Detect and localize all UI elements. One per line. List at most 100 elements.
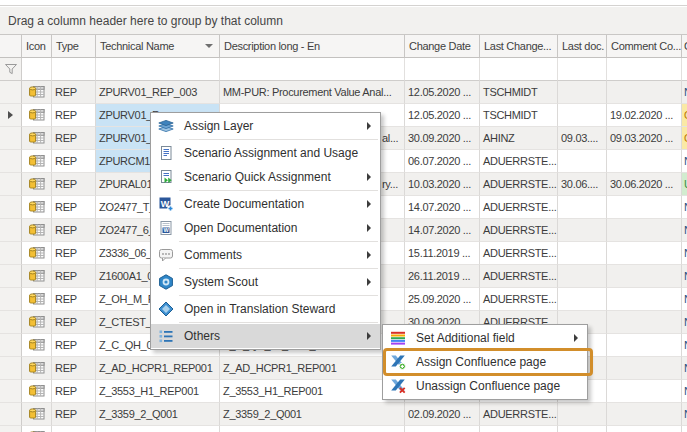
- comment-date-cell: 30.06.2020 ...: [607, 173, 682, 196]
- row-indicator-cell: [0, 403, 22, 426]
- table-object-icon: [29, 177, 45, 191]
- last-changed-by-cell: ADUERRSTE...: [480, 265, 558, 288]
- word-open-icon: W: [158, 220, 174, 236]
- column-header-label: Description long - En: [224, 40, 320, 52]
- column-header-type[interactable]: Type: [52, 35, 96, 58]
- last-doc-cell: 09.03....: [558, 127, 607, 150]
- submenu-arrow-icon: [367, 224, 371, 232]
- menu-item-unassign-confluence-page[interactable]: Unassign Confluence page: [383, 374, 587, 398]
- table-row[interactable]: REPZPURV01_REP_003MM-PUR: Procurement Va…: [0, 81, 687, 104]
- svg-text:W: W: [163, 227, 169, 233]
- table-object-icon: [29, 85, 45, 99]
- filter-cell-technical-name[interactable]: [96, 58, 220, 81]
- menu-item-label: Others: [184, 329, 220, 343]
- column-header-last-doc[interactable]: Last doc.: [558, 35, 607, 58]
- status-cell: N: [682, 219, 687, 242]
- row-indicator-cell: [0, 311, 22, 334]
- technical-name-cell[interactable]: Z_3553_H1_REP001: [96, 380, 220, 403]
- column-header-label: Comment Co...: [611, 40, 681, 52]
- type-cell: [52, 426, 96, 432]
- comment-date-cell: [607, 357, 682, 380]
- description-cell: Z_3359_2_Q001: [220, 403, 405, 426]
- column-header-technical-name[interactable]: Technical Name: [96, 35, 220, 58]
- last-changed-by-cell: ADUERRSTE...: [480, 196, 558, 219]
- row-indicator-cell: [0, 127, 22, 150]
- filter-cell-icon[interactable]: [22, 58, 52, 81]
- menu-separator: [179, 190, 378, 191]
- menu-item-scenario-quick-assignment[interactable]: Scenario Quick Assignment: [151, 165, 380, 189]
- comment-date-cell: [607, 334, 682, 357]
- column-header-last-change[interactable]: Last Change...: [480, 35, 558, 58]
- technical-name-cell[interactable]: [96, 426, 220, 432]
- filter-cell-description[interactable]: [220, 58, 405, 81]
- technical-name-cell[interactable]: Z_AD_HCPR1_REP001: [96, 357, 220, 380]
- column-header-label: Type: [56, 40, 79, 52]
- menu-item-set-additional-field[interactable]: Set Additional field: [383, 326, 587, 350]
- filter-cell-change-date[interactable]: [405, 58, 480, 81]
- description-cell: Z_AD_HCPR1_REP001: [220, 357, 405, 380]
- menu-item-label: Unassign Confluence page: [416, 379, 560, 393]
- additional-field-icon: [390, 330, 406, 346]
- menu-item-assign-layer[interactable]: Assign Layer: [151, 114, 380, 138]
- scenario-doc-icon: [158, 145, 174, 161]
- table-object-icon: [29, 384, 45, 398]
- filter-cell-type[interactable]: [52, 58, 96, 81]
- submenu-arrow-icon: [367, 278, 371, 286]
- row-indicator-cell: [0, 104, 22, 127]
- column-header-description[interactable]: Description long - En: [220, 35, 405, 58]
- type-cell: REP: [52, 127, 96, 150]
- menu-separator: [179, 139, 378, 140]
- last-changed-by-cell: TSCHMIDT: [480, 104, 558, 127]
- filter-cell-last-change[interactable]: [480, 58, 558, 81]
- menu-item-label: Set Additional field: [416, 331, 515, 345]
- last-doc-cell: [558, 219, 607, 242]
- comment-date-cell: [607, 150, 682, 173]
- row-indicator-cell: [0, 380, 22, 403]
- column-header-icon[interactable]: Icon: [22, 35, 52, 58]
- menu-item-open-in-translation-steward[interactable]: Open in Translation Steward: [151, 297, 380, 321]
- last-doc-cell: [558, 104, 607, 127]
- column-header-cut-column[interactable]: C: [682, 35, 687, 58]
- submenu-arrow-icon: [367, 251, 371, 259]
- comment-date-cell: [607, 219, 682, 242]
- column-header-change-date[interactable]: Change Date: [405, 35, 480, 58]
- status-cell: N: [682, 265, 687, 288]
- menu-item-open-documentation[interactable]: WOpen Documentation: [151, 216, 380, 240]
- filter-cell-cut-column[interactable]: [682, 58, 687, 81]
- type-cell: REP: [52, 334, 96, 357]
- submenu-arrow-icon: [367, 332, 371, 340]
- change-date-cell: 14.07.2020 ...: [405, 196, 480, 219]
- row-indicator-cell: [0, 81, 22, 104]
- technical-name-cell[interactable]: Z_3359_2_Q001: [96, 403, 220, 426]
- object-icon-cell: [22, 357, 52, 380]
- technical-name-cell[interactable]: ZPURV01_REP_003: [96, 81, 220, 104]
- column-header-comment-co[interactable]: Comment Co...: [607, 35, 682, 58]
- last-changed-by-cell: ADUERRSTE...: [480, 219, 558, 242]
- column-header-row-indicator[interactable]: [0, 35, 22, 58]
- type-cell: REP: [52, 288, 96, 311]
- object-icon-cell: [22, 150, 52, 173]
- translation-steward-icon: [158, 301, 174, 317]
- menu-item-label: Open in Translation Steward: [184, 302, 335, 316]
- menu-item-comments[interactable]: Comments: [151, 243, 380, 267]
- table-row[interactable]: [0, 426, 687, 432]
- filter-cell-comment-co[interactable]: [607, 58, 682, 81]
- last-changed-by-cell: TSCHMIDT: [480, 81, 558, 104]
- filter-cell-last-doc[interactable]: [558, 58, 607, 81]
- status-cell: N: [682, 311, 687, 334]
- table-row[interactable]: REPZ_3359_2_Q001Z_3359_2_Q00102.09.2020 …: [0, 403, 687, 426]
- menu-item-others[interactable]: Others: [151, 324, 380, 348]
- menu-item-label: Scenario Quick Assignment: [184, 170, 331, 184]
- last-changed-by-cell: [480, 426, 558, 432]
- submenu-arrow-icon: [367, 122, 371, 130]
- menu-item-scenario-assignment-and-usage[interactable]: Scenario Assignment and Usage: [151, 141, 380, 165]
- menu-separator: [179, 241, 378, 242]
- status-cell: N: [682, 196, 687, 219]
- table-object-icon: [29, 246, 45, 260]
- type-cell: REP: [52, 242, 96, 265]
- group-by-panel[interactable]: Drag a column header here to group by th…: [0, 7, 687, 35]
- menu-item-create-documentation[interactable]: WCreate Documentation: [151, 192, 380, 216]
- last-doc-cell: [558, 403, 607, 426]
- menu-item-system-scout[interactable]: System Scout: [151, 270, 380, 294]
- comment-date-cell: [607, 265, 682, 288]
